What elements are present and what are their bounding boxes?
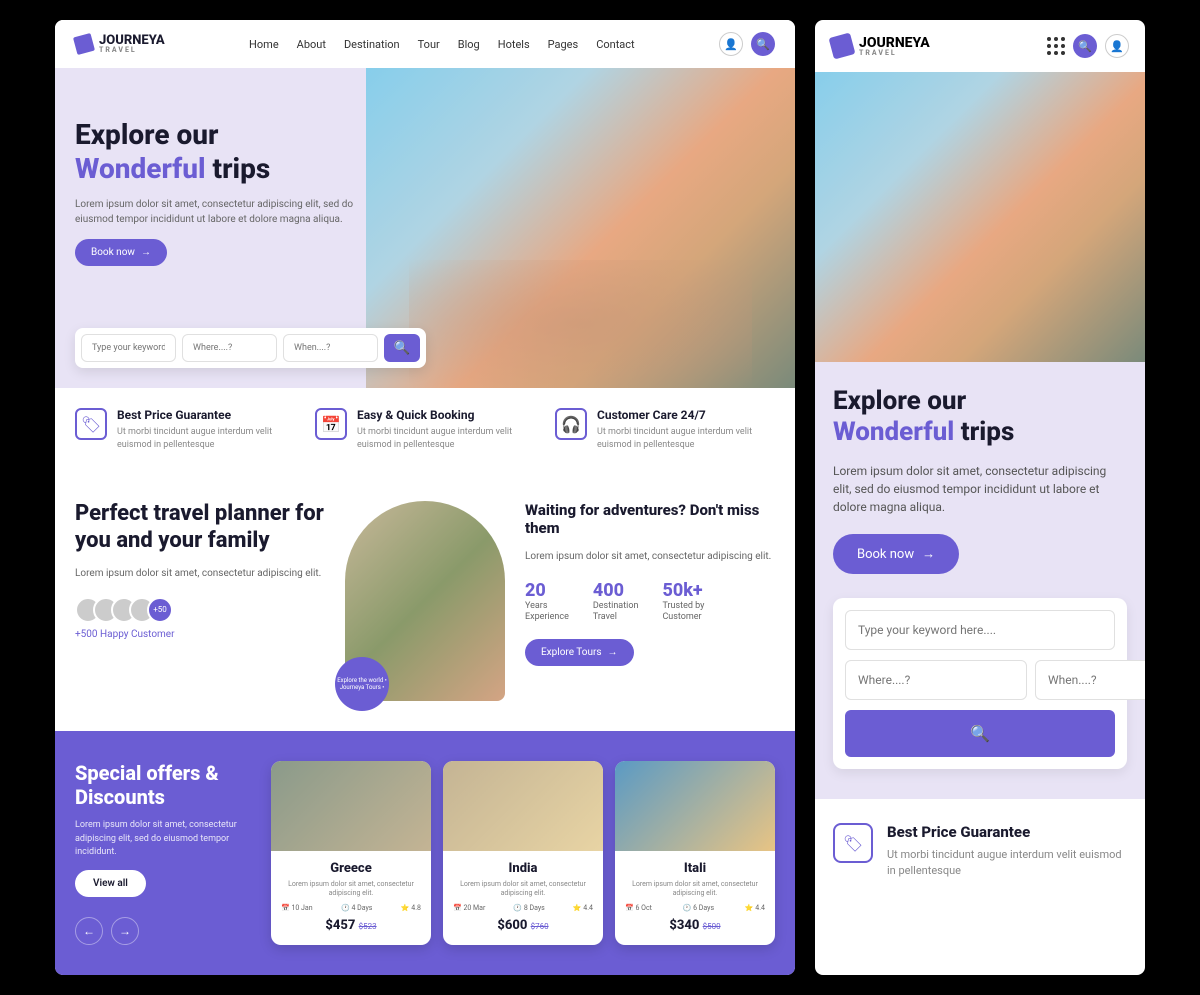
happy-customers: +500 Happy Customer: [75, 629, 325, 640]
brand-sub: TRAVEL: [99, 47, 165, 54]
offer-card[interactable]: Itali Lorem ipsum dolor sit amet, consec…: [615, 761, 775, 945]
hero-desc: Lorem ipsum dolor sit amet, consectetur …: [833, 462, 1127, 516]
calendar-check-icon: 📅: [315, 408, 347, 440]
waiting-title: Waiting for adventures? Don't miss them: [525, 501, 775, 537]
card-image: [271, 761, 431, 851]
user-icon[interactable]: 👤: [1105, 34, 1129, 58]
avatar-more: +50: [147, 597, 173, 623]
hero-image: [815, 72, 1145, 362]
arrow-icon: →: [141, 247, 151, 258]
feature-support: 🎧 Customer Care 24/7Ut morbi tincidunt a…: [555, 408, 775, 451]
search-button[interactable]: 🔍: [384, 334, 420, 362]
card-image: [443, 761, 603, 851]
desktop-view: JOURNEYA TRAVEL Home About Destination T…: [55, 20, 795, 975]
keyword-input[interactable]: [81, 334, 176, 362]
hero-content: Explore our Wonderful trips Lorem ipsum …: [815, 362, 1145, 799]
hero-desc: Lorem ipsum dolor sit amet, consectetur …: [75, 197, 368, 227]
arrow-icon: →: [922, 546, 935, 562]
planner-desc: Lorem ipsum dolor sit amet, consectetur …: [75, 566, 325, 581]
mobile-view: JOURNEYA TRAVEL 🔍 👤 Explore our Wonderfu…: [815, 20, 1145, 975]
keyword-input[interactable]: [845, 610, 1115, 650]
mobile-navbar: JOURNEYA TRAVEL 🔍 👤: [815, 20, 1145, 72]
headset-icon: 🎧: [555, 408, 587, 440]
feature-price: 🏷 Best Price Guarantee Ut morbi tincidun…: [815, 799, 1145, 902]
next-arrow-button[interactable]: →: [111, 917, 139, 945]
logo[interactable]: JOURNEYA TRAVEL: [75, 34, 165, 54]
planner-title: Perfect travel planner for you and your …: [75, 501, 325, 554]
book-now-button[interactable]: Book now →: [75, 239, 167, 266]
offer-cards: Greece Lorem ipsum dolor sit amet, conse…: [271, 761, 775, 945]
search-button[interactable]: 🔍: [845, 710, 1115, 757]
nav-pages[interactable]: Pages: [548, 38, 579, 51]
nav-tour[interactable]: Tour: [418, 38, 440, 51]
nav-blog[interactable]: Blog: [458, 38, 480, 51]
search-icon[interactable]: 🔍: [1073, 34, 1097, 58]
feature-price: 🏷 Best Price GuaranteeUt morbi tincidunt…: [75, 408, 295, 451]
explore-badge: Explore the world • Journeya Tours •: [335, 657, 389, 711]
search-panel: 🔍: [833, 598, 1127, 769]
nav-about[interactable]: About: [297, 38, 326, 51]
nav-hotels[interactable]: Hotels: [498, 38, 530, 51]
logo[interactable]: JOURNEYA TRAVEL: [831, 35, 930, 57]
when-input[interactable]: [1035, 660, 1145, 700]
offer-card[interactable]: India Lorem ipsum dolor sit amet, consec…: [443, 761, 603, 945]
book-now-button[interactable]: Book now →: [833, 534, 959, 574]
stats: 20YearsExperience 400DestinationTravel 5…: [525, 580, 775, 623]
where-input[interactable]: [845, 660, 1027, 700]
nav-contact[interactable]: Contact: [596, 38, 634, 51]
nav-links: Home About Destination Tour Blog Hotels …: [249, 38, 635, 51]
menu-grid-icon[interactable]: [1047, 37, 1065, 55]
tag-icon: 🏷: [833, 823, 873, 863]
offers-title: Special offers & Discounts: [75, 761, 255, 809]
prev-arrow-button[interactable]: ←: [75, 917, 103, 945]
search-bar: 🔍: [75, 328, 426, 368]
avatars: +50: [75, 597, 325, 623]
waiting-desc: Lorem ipsum dolor sit amet, consectetur …: [525, 549, 775, 564]
view-all-button[interactable]: View all: [75, 870, 146, 897]
logo-icon: [73, 33, 95, 55]
navbar: JOURNEYA TRAVEL Home About Destination T…: [55, 20, 795, 68]
hero-title: Explore our Wonderful trips: [75, 118, 368, 185]
card-image: [615, 761, 775, 851]
offer-card[interactable]: Greece Lorem ipsum dolor sit amet, conse…: [271, 761, 431, 945]
nav-home[interactable]: Home: [249, 38, 279, 51]
features-row: 🏷 Best Price GuaranteeUt morbi tincidunt…: [55, 388, 795, 471]
where-input[interactable]: [182, 334, 277, 362]
nav-destination[interactable]: Destination: [344, 38, 400, 51]
user-icon[interactable]: 👤: [719, 32, 743, 56]
planner-section: Perfect travel planner for you and your …: [55, 471, 795, 731]
hero-image: [366, 68, 795, 388]
feature-booking: 📅 Easy & Quick BookingUt morbi tincidunt…: [315, 408, 535, 451]
hero: Explore our Wonderful trips Lorem ipsum …: [55, 68, 795, 388]
search-icon[interactable]: 🔍: [751, 32, 775, 56]
tag-icon: 🏷: [75, 408, 107, 440]
explore-tours-button[interactable]: Explore Tours →: [525, 639, 634, 666]
offers-section: Special offers & Discounts Lorem ipsum d…: [55, 731, 795, 975]
hero-title: Explore our Wonderful trips: [833, 386, 1127, 448]
planner-image: Explore the world • Journeya Tours •: [345, 501, 505, 701]
offers-desc: Lorem ipsum dolor sit amet, consectetur …: [75, 819, 255, 860]
logo-icon: [829, 33, 856, 60]
when-input[interactable]: [283, 334, 378, 362]
